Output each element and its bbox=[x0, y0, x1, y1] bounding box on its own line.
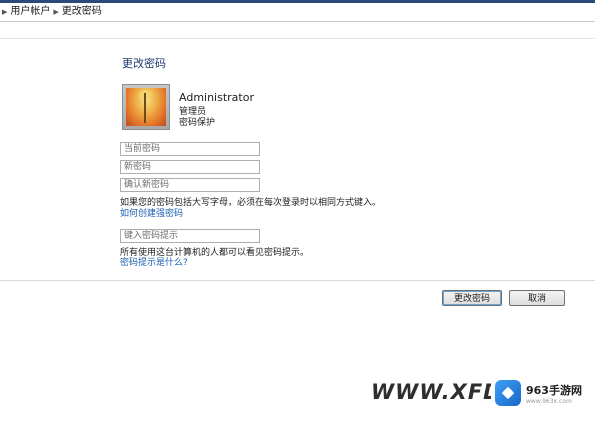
breadcrumb: ▶ 用户帐户 ▶ 更改密码 bbox=[0, 3, 595, 22]
user-name: Administrator bbox=[179, 91, 254, 104]
user-protection-status: 密码保护 bbox=[179, 118, 216, 128]
site-logo: 963手游网 www.963x.com bbox=[491, 375, 595, 411]
toolbar-strip bbox=[0, 22, 595, 39]
site-logo-url: www.963x.com bbox=[526, 397, 572, 405]
breadcrumb-user-accounts[interactable]: 用户帐户 bbox=[10, 3, 50, 21]
what-is-hint-link[interactable]: 密码提示是什么? bbox=[120, 255, 188, 268]
breadcrumb-change-password[interactable]: 更改密码 bbox=[62, 3, 102, 21]
user-avatar-icon bbox=[122, 84, 170, 130]
current-password-field[interactable] bbox=[120, 142, 260, 156]
site-logo-name: 963手游网 bbox=[526, 383, 582, 397]
strong-password-link[interactable]: 如何创建强密码 bbox=[120, 206, 183, 219]
change-password-button[interactable]: 更改密码 bbox=[442, 290, 502, 306]
chevron-right-icon: ▶ bbox=[53, 8, 59, 16]
cancel-button[interactable]: 取消 bbox=[509, 290, 565, 306]
watermark-text: WWW.XFD bbox=[371, 380, 502, 404]
chevron-right-icon: ▶ bbox=[2, 8, 8, 16]
new-password-field[interactable] bbox=[120, 160, 260, 174]
password-hint-field[interactable] bbox=[120, 229, 260, 243]
confirm-password-field[interactable] bbox=[120, 178, 260, 192]
button-bar-divider bbox=[0, 280, 595, 281]
page-title: 更改密码 bbox=[122, 57, 166, 70]
site-logo-icon bbox=[495, 380, 521, 406]
